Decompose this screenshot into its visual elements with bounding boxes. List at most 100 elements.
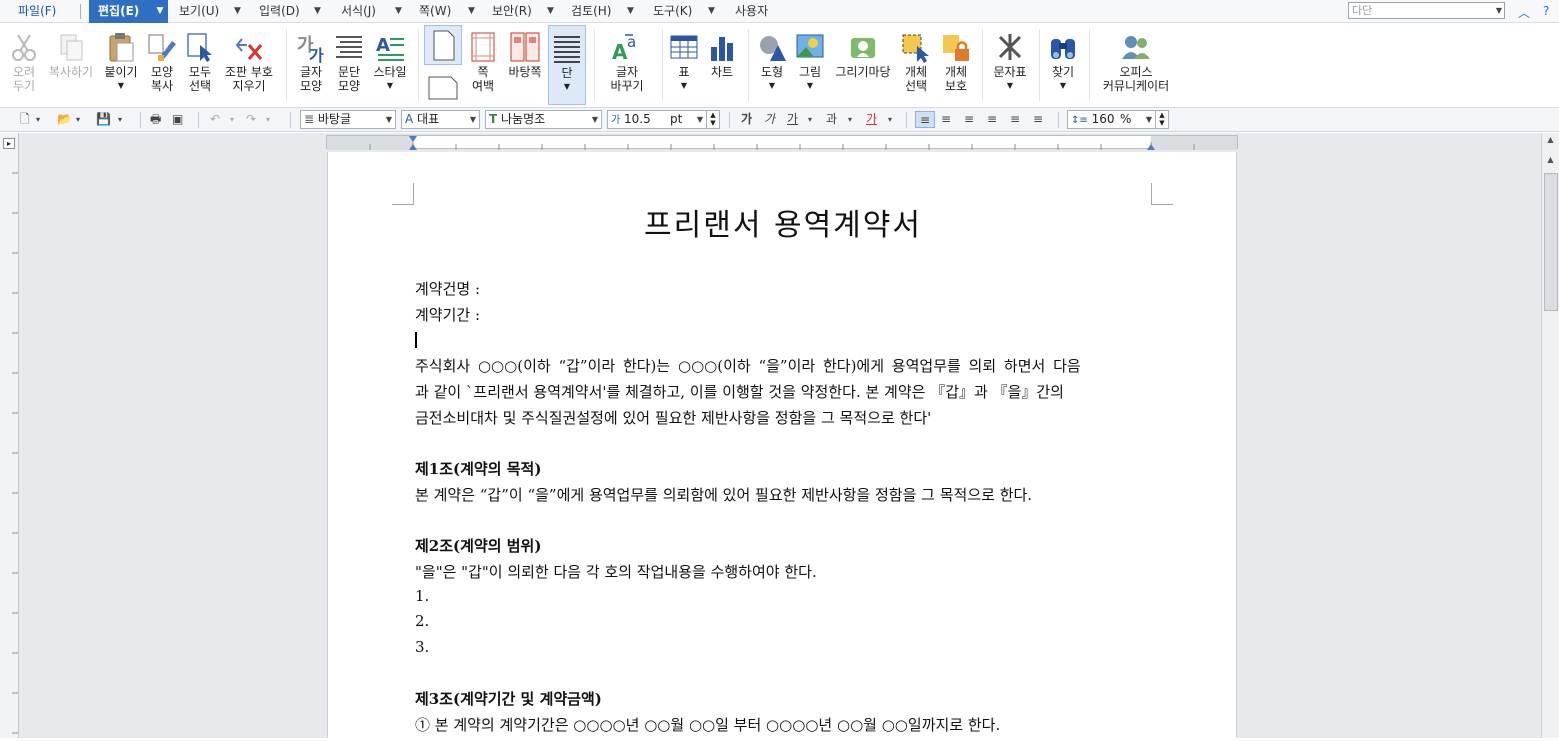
select-all-button[interactable]: 모두 선택: [182, 25, 218, 105]
office-community-button[interactable]: 오피스 커뮤니케이터: [1094, 25, 1178, 105]
font-color-icon[interactable]: 가: [866, 111, 877, 128]
ruler-toggle-button[interactable]: ▸: [3, 138, 15, 149]
copy-button[interactable]: 복사하기: [44, 25, 98, 105]
find-button[interactable]: 찾기 ▼: [1044, 25, 1082, 105]
style-button[interactable]: A 스타일 ▼: [369, 25, 411, 105]
chevron-down-icon[interactable]: ▼: [470, 111, 476, 128]
paste-button[interactable]: 붙이기 ▼: [100, 25, 142, 105]
chevron-down-icon[interactable]: ▼: [100, 79, 142, 93]
table-button[interactable]: 표 ▼: [666, 25, 702, 105]
chevron-down-icon[interactable]: ▾: [848, 111, 852, 128]
columns-button[interactable]: 단 ▼: [548, 25, 586, 105]
menu-page-dropdown-icon[interactable]: ▼: [468, 0, 475, 23]
print-preview-icon[interactable]: ▣: [172, 111, 183, 128]
picture-button[interactable]: 그림 ▼: [792, 25, 828, 105]
menu-edit-dropdown-icon[interactable]: ▼: [152, 0, 168, 23]
open-folder-icon[interactable]: 📂: [57, 111, 72, 128]
menu-insert[interactable]: 입력(D): [259, 0, 300, 23]
chevron-down-icon[interactable]: ▼: [1496, 3, 1502, 18]
vertical-scrollbar[interactable]: ▲ ▲: [1541, 133, 1559, 738]
menu-security[interactable]: 보안(R): [492, 0, 532, 23]
erase-marks-button[interactable]: 조판 부호 지우기: [220, 25, 278, 105]
style-select[interactable]: ≣ 바탕글 ▼: [300, 110, 396, 129]
print-icon[interactable]: 🖶: [150, 111, 161, 128]
format-copy-button[interactable]: 모양 복사: [144, 25, 180, 105]
chevron-down-icon[interactable]: ▼: [592, 111, 598, 128]
shape-button[interactable]: 도형 ▼: [752, 25, 792, 105]
chevron-down-icon[interactable]: ▾: [808, 111, 812, 128]
cut-button[interactable]: 오려 두기: [4, 25, 44, 105]
menu-view-dropdown-icon[interactable]: ▼: [234, 0, 241, 23]
chevron-down-icon[interactable]: ▾: [888, 111, 892, 128]
menu-security-dropdown-icon[interactable]: ▼: [547, 0, 554, 23]
chart-button[interactable]: 차트: [704, 25, 740, 105]
page-margin-button[interactable]: 쪽 여백: [464, 25, 502, 105]
style-search-combo[interactable]: 다단 ▼: [1348, 2, 1505, 19]
italic-icon[interactable]: 가: [764, 111, 775, 128]
scrollbar-thumb[interactable]: [1544, 173, 1558, 311]
menu-review-dropdown-icon[interactable]: ▼: [627, 0, 634, 23]
page-portrait-button[interactable]: [424, 25, 462, 65]
clipart-button[interactable]: 그리기마당: [830, 25, 896, 105]
object-protect-button[interactable]: 개체 보호: [936, 25, 976, 105]
chevron-down-icon[interactable]: ▾: [118, 111, 122, 128]
chevron-down-icon[interactable]: ▼: [1044, 79, 1082, 93]
menu-format[interactable]: 서식(J): [341, 0, 376, 23]
scroll-up-page-icon[interactable]: ▲: [1544, 155, 1557, 169]
menu-page[interactable]: 쪽(W): [419, 0, 451, 23]
language-select[interactable]: A 대표 ▼: [401, 110, 480, 129]
page-landscape-button[interactable]: [424, 67, 462, 105]
symbol-button[interactable]: 문자표 ▼: [988, 25, 1032, 105]
chevron-down-icon[interactable]: ▼: [549, 80, 585, 94]
chevron-down-icon[interactable]: ▼: [1146, 111, 1152, 128]
menu-insert-dropdown-icon[interactable]: ▼: [314, 0, 321, 23]
help-icon[interactable]: ?: [1543, 4, 1549, 18]
align-justify-icon[interactable]: ≡: [915, 111, 935, 128]
redo-icon[interactable]: ↷: [246, 111, 256, 128]
font-size-stepper[interactable]: ▲ ▼: [706, 111, 719, 128]
chevron-down-icon[interactable]: ▼: [792, 79, 828, 93]
strikethrough-icon[interactable]: 과: [826, 111, 837, 128]
char-shape-button[interactable]: 가가 글자 모양: [292, 25, 330, 105]
menu-review[interactable]: 검토(H): [571, 0, 611, 23]
document-page[interactable]: 프리랜서 용역계약서 계약건명 : 계약기간 : 주식회사 ○○○(이하 “갑”…: [327, 152, 1237, 738]
save-icon[interactable]: 💾: [96, 111, 111, 128]
chevron-down-icon[interactable]: ▼: [988, 79, 1032, 93]
font-select[interactable]: T 나눔명조 ▼: [485, 110, 602, 129]
chevron-down-icon[interactable]: ▼: [369, 79, 411, 93]
scroll-up-icon[interactable]: ▲: [1544, 135, 1557, 149]
chevron-down-icon[interactable]: ▼: [386, 111, 392, 128]
background-page-button[interactable]: 바탕쪽: [504, 25, 546, 105]
menu-tools-dropdown-icon[interactable]: ▼: [708, 0, 715, 23]
chevron-down-icon[interactable]: ▾: [230, 111, 234, 128]
para-shape-button[interactable]: 문단 모양: [331, 25, 367, 105]
undo-icon[interactable]: ↶: [210, 111, 220, 128]
new-document-icon[interactable]: 🗋: [20, 111, 30, 128]
line-spacing-stepper[interactable]: ▲ ▼: [1155, 111, 1168, 128]
menu-tools[interactable]: 도구(K): [653, 0, 692, 23]
chevron-down-icon[interactable]: ▼: [697, 111, 703, 128]
font-size-field[interactable]: 가 10.5 pt ▼ ▲ ▼: [607, 110, 720, 129]
align-left-icon[interactable]: ≡: [941, 111, 951, 128]
align-distribute-icon[interactable]: ≡: [1010, 111, 1020, 128]
menu-file[interactable]: 파일(F): [18, 0, 56, 23]
menu-edit[interactable]: 편집(E): [89, 0, 152, 23]
menu-format-dropdown-icon[interactable]: ▼: [395, 0, 402, 23]
align-divide-icon[interactable]: ≡: [1033, 111, 1043, 128]
replace-button[interactable]: Aa 글자 바꾸기: [600, 25, 654, 105]
underline-icon[interactable]: 가: [787, 111, 798, 128]
chevron-down-icon[interactable]: ▼: [666, 79, 702, 93]
menu-view[interactable]: 보기(U): [179, 0, 219, 23]
line-spacing-field[interactable]: ↕≡ 160 % ▼ ▲ ▼: [1067, 110, 1169, 129]
chevron-down-icon[interactable]: ▾: [36, 111, 40, 128]
chevron-down-icon[interactable]: ▾: [266, 111, 270, 128]
chevron-down-icon[interactable]: ▼: [752, 79, 792, 93]
symbol-label: 문자표: [993, 65, 1027, 79]
align-center-icon[interactable]: ≡: [964, 111, 974, 128]
chevron-down-icon[interactable]: ▾: [76, 111, 80, 128]
menu-user[interactable]: 사용자: [735, 0, 768, 23]
bold-icon[interactable]: 가: [741, 111, 752, 128]
collapse-ribbon-icon[interactable]: ︿: [1518, 4, 1530, 21]
align-right-icon[interactable]: ≡: [987, 111, 997, 128]
object-select-button[interactable]: 개체 선택: [898, 25, 934, 105]
